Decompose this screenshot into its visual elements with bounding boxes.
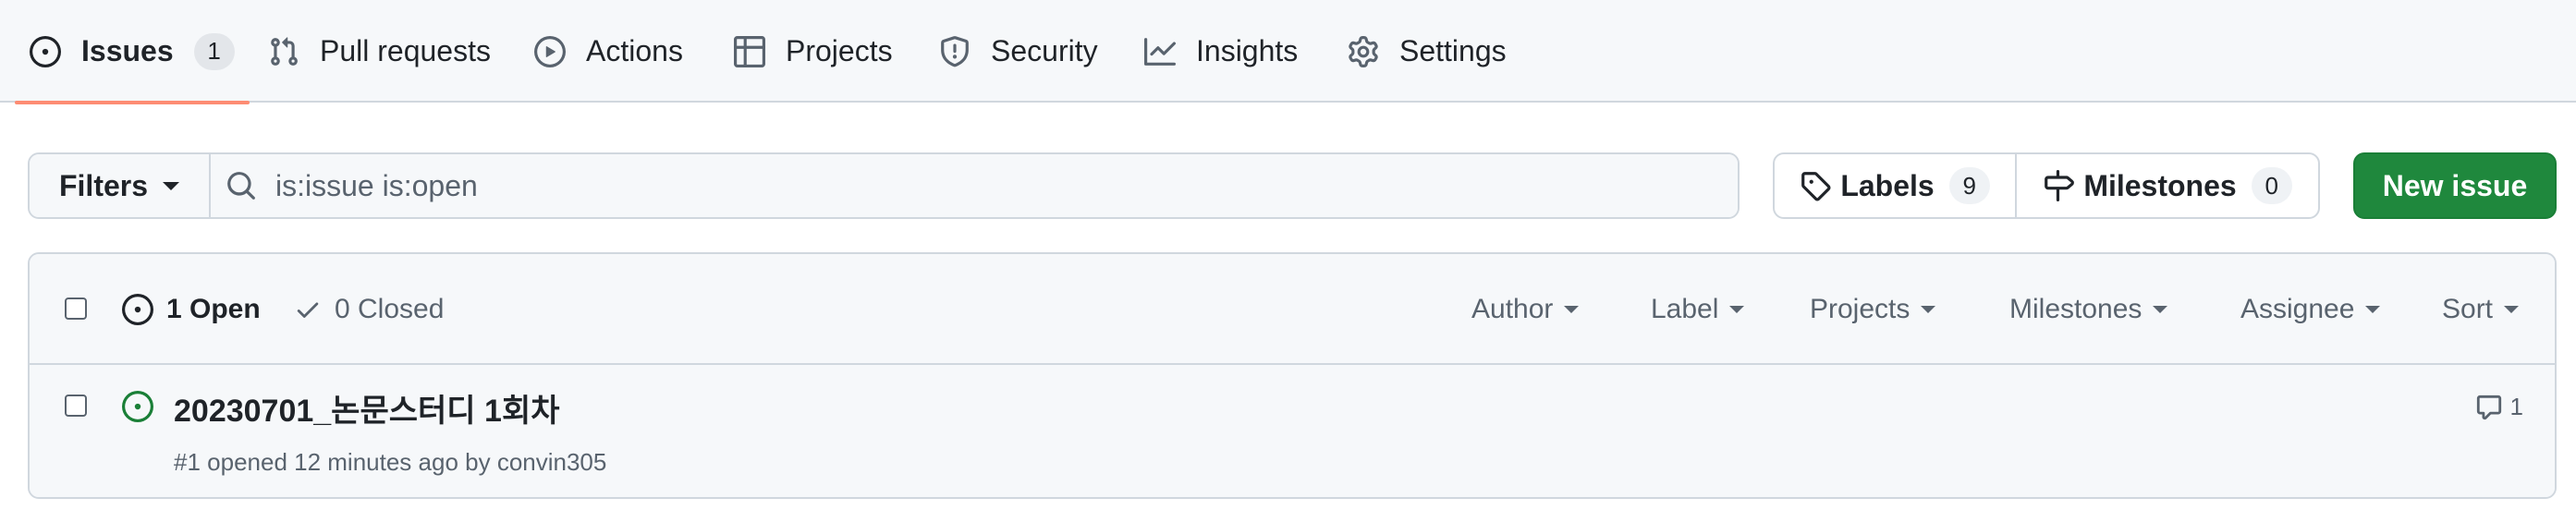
milestones-filter[interactable]: Milestones xyxy=(2009,254,2168,365)
issue-opened-icon xyxy=(30,35,61,67)
milestone-icon xyxy=(2043,170,2075,201)
tab-pull-requests-label: Pull requests xyxy=(320,34,491,67)
filter-search-group: Filters xyxy=(28,152,1740,219)
tab-security-label: Security xyxy=(991,34,1098,67)
tab-issues[interactable]: Issues 1 xyxy=(15,0,250,104)
label-filter[interactable]: Label xyxy=(1651,254,1745,365)
labels-count-badge: 9 xyxy=(1948,167,1990,204)
gear-icon xyxy=(1348,35,1379,67)
comment-icon xyxy=(2475,394,2503,421)
tab-projects[interactable]: Projects xyxy=(734,0,893,103)
filters-dropdown-button[interactable]: Filters xyxy=(30,154,211,217)
tab-pull-requests[interactable]: Pull requests xyxy=(268,0,491,103)
tab-actions[interactable]: Actions xyxy=(534,0,683,103)
filters-label: Filters xyxy=(58,168,149,202)
sort-filter[interactable]: Sort xyxy=(2442,254,2520,365)
repo-nav: Issues 1 Pull requests Actions Projects … xyxy=(0,0,2576,104)
milestones-button[interactable]: Milestones 0 xyxy=(2017,154,2318,217)
new-issue-button[interactable]: New issue xyxy=(2353,152,2557,219)
closed-count-label: 0 Closed xyxy=(335,294,445,324)
issue-comments-link[interactable]: 1 xyxy=(2475,393,2523,421)
milestones-count-badge: 0 xyxy=(2251,167,2292,204)
issue-title-link[interactable]: 20230701_논문스터디 1회차 xyxy=(174,385,560,431)
shield-icon xyxy=(939,35,971,67)
table-icon xyxy=(734,35,765,67)
caret-down-icon xyxy=(2153,306,2168,313)
tab-settings[interactable]: Settings xyxy=(1348,0,1507,103)
tab-issues-label: Issues xyxy=(81,34,174,67)
git-pull-request-icon xyxy=(268,36,299,67)
tab-insights[interactable]: Insights xyxy=(1144,0,1298,103)
milestones-label: Milestones xyxy=(2083,168,2237,202)
select-all-checkbox[interactable] xyxy=(65,298,87,320)
graph-icon xyxy=(1144,36,1176,67)
issue-opened-icon xyxy=(122,294,153,325)
caret-down-icon xyxy=(163,181,180,190)
issues-list-header: 1 Open 0 Closed Author Label Projects Mi… xyxy=(30,254,2555,365)
sort-filter-label: Sort xyxy=(2442,294,2494,324)
play-icon xyxy=(534,35,566,67)
issue-row[interactable]: 20230701_논문스터디 1회차 #1 opened 12 minutes … xyxy=(30,367,2555,497)
closed-issues-toggle[interactable]: 0 Closed xyxy=(294,254,444,365)
labels-label: Labels xyxy=(1840,168,1935,202)
open-count-label: 1 Open xyxy=(166,294,261,324)
milestones-filter-label: Milestones xyxy=(2009,294,2143,324)
tab-settings-label: Settings xyxy=(1399,34,1507,67)
issues-list-box: 1 Open 0 Closed Author Label Projects Mi… xyxy=(28,252,2557,499)
search-icon xyxy=(226,170,257,201)
search-box xyxy=(211,154,1738,217)
issue-checkbox[interactable] xyxy=(65,395,87,417)
assignee-filter[interactable]: Assignee xyxy=(2240,254,2381,365)
caret-down-icon xyxy=(1729,306,1745,313)
tab-projects-label: Projects xyxy=(786,34,893,67)
caret-down-icon xyxy=(1921,306,1936,313)
search-input[interactable] xyxy=(275,168,1738,203)
assignee-filter-label: Assignee xyxy=(2240,294,2355,324)
issues-count-badge: 1 xyxy=(193,32,235,70)
labels-button[interactable]: Labels 9 xyxy=(1775,154,2017,217)
issue-opened-icon xyxy=(122,391,153,422)
tab-security[interactable]: Security xyxy=(939,0,1098,103)
tag-icon xyxy=(1800,170,1831,201)
caret-down-icon xyxy=(2504,306,2520,313)
tab-insights-label: Insights xyxy=(1196,34,1299,67)
label-filter-label: Label xyxy=(1651,294,1719,324)
check-icon xyxy=(294,296,322,323)
projects-filter-label: Projects xyxy=(1810,294,1911,324)
tab-actions-label: Actions xyxy=(586,34,683,67)
caret-down-icon xyxy=(1564,306,1580,313)
open-issues-toggle[interactable]: 1 Open xyxy=(122,254,261,365)
projects-filter[interactable]: Projects xyxy=(1810,254,1936,365)
issue-meta: #1 opened 12 minutes ago by convin305 xyxy=(174,448,607,476)
comment-count: 1 xyxy=(2509,393,2523,420)
labels-milestones-group: Labels 9 Milestones 0 xyxy=(1773,152,2320,219)
author-filter-label: Author xyxy=(1471,294,1554,324)
author-filter[interactable]: Author xyxy=(1471,254,1580,365)
caret-down-icon xyxy=(2365,306,2381,313)
